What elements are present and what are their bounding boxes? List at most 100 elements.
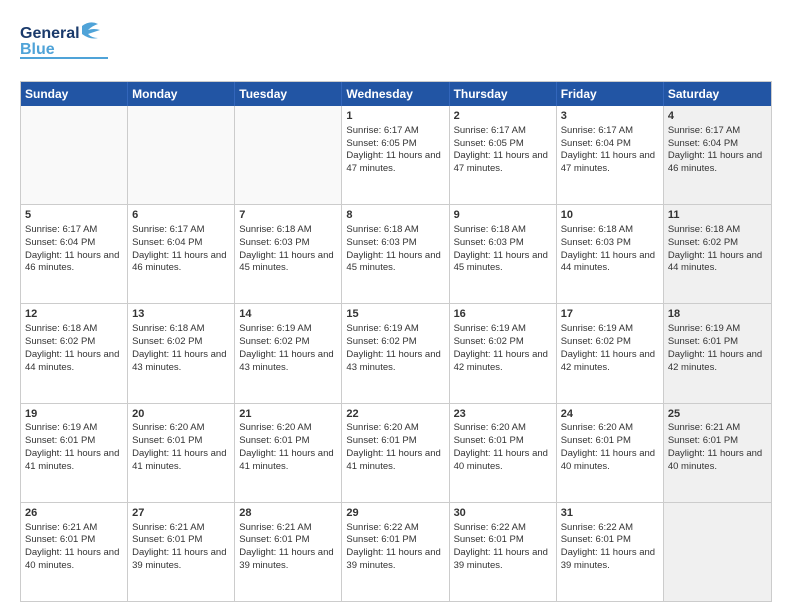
day-info: Sunrise: 6:20 AMSunset: 6:01 PMDaylight:… — [132, 422, 226, 471]
cal-cell: 9Sunrise: 6:18 AMSunset: 6:03 PMDaylight… — [450, 205, 557, 303]
day-number: 16 — [454, 307, 552, 322]
cal-cell: 17Sunrise: 6:19 AMSunset: 6:02 PMDayligh… — [557, 304, 664, 402]
day-info: Sunrise: 6:18 AMSunset: 6:02 PMDaylight:… — [132, 323, 226, 372]
day-info: Sunrise: 6:20 AMSunset: 6:01 PMDaylight:… — [239, 422, 333, 471]
day-info: Sunrise: 6:19 AMSunset: 6:02 PMDaylight:… — [346, 323, 440, 372]
cal-row-1: 5Sunrise: 6:17 AMSunset: 6:04 PMDaylight… — [21, 204, 771, 303]
day-info: Sunrise: 6:22 AMSunset: 6:01 PMDaylight:… — [454, 522, 548, 571]
day-info: Sunrise: 6:22 AMSunset: 6:01 PMDaylight:… — [561, 522, 655, 571]
cal-cell: 15Sunrise: 6:19 AMSunset: 6:02 PMDayligh… — [342, 304, 449, 402]
weekday-saturday: Saturday — [664, 82, 771, 106]
cal-cell: 7Sunrise: 6:18 AMSunset: 6:03 PMDaylight… — [235, 205, 342, 303]
cal-cell — [235, 106, 342, 204]
cal-cell: 8Sunrise: 6:18 AMSunset: 6:03 PMDaylight… — [342, 205, 449, 303]
day-info: Sunrise: 6:17 AMSunset: 6:05 PMDaylight:… — [454, 125, 548, 174]
cal-row-2: 12Sunrise: 6:18 AMSunset: 6:02 PMDayligh… — [21, 303, 771, 402]
cal-cell: 20Sunrise: 6:20 AMSunset: 6:01 PMDayligh… — [128, 404, 235, 502]
cal-cell: 21Sunrise: 6:20 AMSunset: 6:01 PMDayligh… — [235, 404, 342, 502]
day-number: 30 — [454, 506, 552, 521]
day-number: 7 — [239, 208, 337, 223]
cal-cell: 6Sunrise: 6:17 AMSunset: 6:04 PMDaylight… — [128, 205, 235, 303]
cal-cell: 24Sunrise: 6:20 AMSunset: 6:01 PMDayligh… — [557, 404, 664, 502]
day-info: Sunrise: 6:19 AMSunset: 6:02 PMDaylight:… — [454, 323, 548, 372]
page: General Blue SundayMondayTuesdayWednesda… — [0, 0, 792, 612]
cal-cell: 10Sunrise: 6:18 AMSunset: 6:03 PMDayligh… — [557, 205, 664, 303]
day-info: Sunrise: 6:20 AMSunset: 6:01 PMDaylight:… — [561, 422, 655, 471]
day-number: 29 — [346, 506, 444, 521]
calendar-body: 1Sunrise: 6:17 AMSunset: 6:05 PMDaylight… — [21, 106, 771, 601]
cal-cell: 30Sunrise: 6:22 AMSunset: 6:01 PMDayligh… — [450, 503, 557, 601]
day-info: Sunrise: 6:19 AMSunset: 6:02 PMDaylight:… — [561, 323, 655, 372]
weekday-monday: Monday — [128, 82, 235, 106]
calendar: SundayMondayTuesdayWednesdayThursdayFrid… — [20, 81, 772, 602]
weekday-wednesday: Wednesday — [342, 82, 449, 106]
cal-cell: 12Sunrise: 6:18 AMSunset: 6:02 PMDayligh… — [21, 304, 128, 402]
day-number: 1 — [346, 109, 444, 124]
day-info: Sunrise: 6:18 AMSunset: 6:03 PMDaylight:… — [346, 224, 440, 273]
day-number: 24 — [561, 407, 659, 422]
day-info: Sunrise: 6:20 AMSunset: 6:01 PMDaylight:… — [454, 422, 548, 471]
header: General Blue — [20, 16, 772, 71]
day-number: 10 — [561, 208, 659, 223]
day-number: 12 — [25, 307, 123, 322]
cal-cell: 2Sunrise: 6:17 AMSunset: 6:05 PMDaylight… — [450, 106, 557, 204]
day-info: Sunrise: 6:17 AMSunset: 6:04 PMDaylight:… — [561, 125, 655, 174]
day-info: Sunrise: 6:20 AMSunset: 6:01 PMDaylight:… — [346, 422, 440, 471]
day-info: Sunrise: 6:18 AMSunset: 6:03 PMDaylight:… — [239, 224, 333, 273]
day-info: Sunrise: 6:18 AMSunset: 6:03 PMDaylight:… — [561, 224, 655, 273]
day-info: Sunrise: 6:17 AMSunset: 6:04 PMDaylight:… — [668, 125, 762, 174]
day-info: Sunrise: 6:21 AMSunset: 6:01 PMDaylight:… — [25, 522, 119, 571]
day-number: 28 — [239, 506, 337, 521]
svg-text:General: General — [20, 25, 80, 42]
cal-cell: 29Sunrise: 6:22 AMSunset: 6:01 PMDayligh… — [342, 503, 449, 601]
day-number: 25 — [668, 407, 767, 422]
weekday-friday: Friday — [557, 82, 664, 106]
day-number: 19 — [25, 407, 123, 422]
day-info: Sunrise: 6:21 AMSunset: 6:01 PMDaylight:… — [239, 522, 333, 571]
day-info: Sunrise: 6:19 AMSunset: 6:01 PMDaylight:… — [668, 323, 762, 372]
cal-cell: 25Sunrise: 6:21 AMSunset: 6:01 PMDayligh… — [664, 404, 771, 502]
day-number: 27 — [132, 506, 230, 521]
day-info: Sunrise: 6:18 AMSunset: 6:02 PMDaylight:… — [25, 323, 119, 372]
day-info: Sunrise: 6:19 AMSunset: 6:02 PMDaylight:… — [239, 323, 333, 372]
cal-cell: 19Sunrise: 6:19 AMSunset: 6:01 PMDayligh… — [21, 404, 128, 502]
logo: General Blue — [20, 16, 110, 71]
day-info: Sunrise: 6:17 AMSunset: 6:04 PMDaylight:… — [25, 224, 119, 273]
cal-cell: 1Sunrise: 6:17 AMSunset: 6:05 PMDaylight… — [342, 106, 449, 204]
day-info: Sunrise: 6:18 AMSunset: 6:02 PMDaylight:… — [668, 224, 762, 273]
day-info: Sunrise: 6:17 AMSunset: 6:04 PMDaylight:… — [132, 224, 226, 273]
weekday-sunday: Sunday — [21, 82, 128, 106]
day-number: 5 — [25, 208, 123, 223]
day-number: 9 — [454, 208, 552, 223]
day-info: Sunrise: 6:22 AMSunset: 6:01 PMDaylight:… — [346, 522, 440, 571]
day-number: 4 — [668, 109, 767, 124]
cal-cell: 27Sunrise: 6:21 AMSunset: 6:01 PMDayligh… — [128, 503, 235, 601]
cal-cell: 31Sunrise: 6:22 AMSunset: 6:01 PMDayligh… — [557, 503, 664, 601]
cal-row-0: 1Sunrise: 6:17 AMSunset: 6:05 PMDaylight… — [21, 106, 771, 204]
cal-cell: 23Sunrise: 6:20 AMSunset: 6:01 PMDayligh… — [450, 404, 557, 502]
cal-cell: 28Sunrise: 6:21 AMSunset: 6:01 PMDayligh… — [235, 503, 342, 601]
weekday-tuesday: Tuesday — [235, 82, 342, 106]
day-info: Sunrise: 6:17 AMSunset: 6:05 PMDaylight:… — [346, 125, 440, 174]
weekday-thursday: Thursday — [450, 82, 557, 106]
day-number: 2 — [454, 109, 552, 124]
day-number: 17 — [561, 307, 659, 322]
day-number: 8 — [346, 208, 444, 223]
cal-cell — [664, 503, 771, 601]
day-number: 20 — [132, 407, 230, 422]
day-number: 23 — [454, 407, 552, 422]
day-number: 21 — [239, 407, 337, 422]
day-number: 18 — [668, 307, 767, 322]
cal-cell: 3Sunrise: 6:17 AMSunset: 6:04 PMDaylight… — [557, 106, 664, 204]
cal-cell: 11Sunrise: 6:18 AMSunset: 6:02 PMDayligh… — [664, 205, 771, 303]
cal-cell: 14Sunrise: 6:19 AMSunset: 6:02 PMDayligh… — [235, 304, 342, 402]
day-number: 31 — [561, 506, 659, 521]
day-number: 14 — [239, 307, 337, 322]
calendar-header: SundayMondayTuesdayWednesdayThursdayFrid… — [21, 82, 771, 106]
day-number: 11 — [668, 208, 767, 223]
day-number: 22 — [346, 407, 444, 422]
cal-cell: 16Sunrise: 6:19 AMSunset: 6:02 PMDayligh… — [450, 304, 557, 402]
cal-cell — [128, 106, 235, 204]
cal-cell: 5Sunrise: 6:17 AMSunset: 6:04 PMDaylight… — [21, 205, 128, 303]
cal-row-4: 26Sunrise: 6:21 AMSunset: 6:01 PMDayligh… — [21, 502, 771, 601]
